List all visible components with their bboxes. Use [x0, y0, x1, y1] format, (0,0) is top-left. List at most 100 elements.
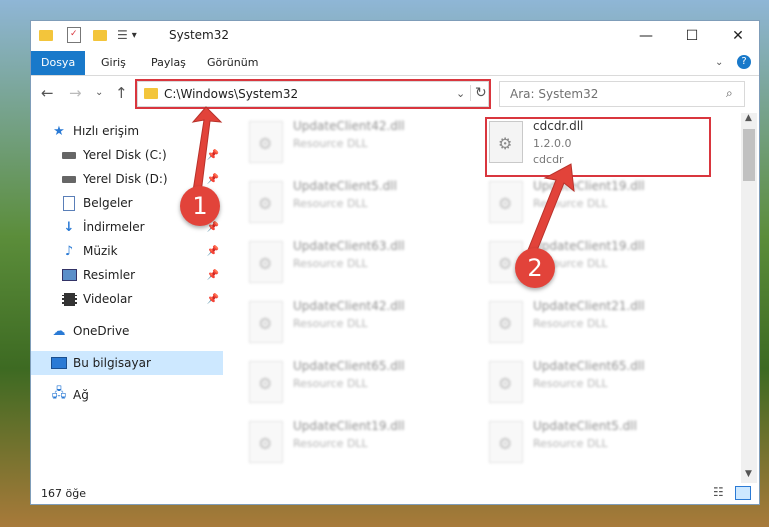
forward-arrow-icon[interactable]: → [69, 84, 82, 102]
file-name: UpdateClient65.dll [293, 359, 405, 373]
dll-file-icon: ⚙ [249, 301, 283, 343]
file-item[interactable]: ⚙ UpdateClient19.dll Resource DLL [489, 177, 699, 227]
new-folder-icon[interactable] [93, 29, 107, 41]
sidebar-item-videos[interactable]: Videolar 📌 [31, 287, 223, 311]
gear-icon: ⚙ [258, 374, 273, 393]
gear-icon: ⚙ [258, 194, 273, 213]
dll-file-icon: ⚙ [249, 121, 283, 163]
properties-icon[interactable]: ✓ [67, 27, 81, 43]
file-type: Resource DLL [533, 317, 608, 330]
sidebar-item-pictures[interactable]: Resimler 📌 [31, 263, 223, 287]
customize-toolbar-dropdown[interactable]: ▾ [132, 30, 137, 41]
drive-icon [61, 171, 77, 187]
tab-view[interactable]: Görünüm [197, 51, 268, 75]
file-item[interactable]: ⚙ UpdateClient19.dll Resource DLL [249, 417, 459, 467]
dll-file-icon: ⚙ [489, 361, 523, 403]
file-type: Resource DLL [293, 377, 368, 390]
scrollbar-thumb[interactable] [743, 129, 755, 181]
view-options-icon[interactable]: ☰ [117, 28, 128, 42]
dll-file-icon: ⚙ [249, 361, 283, 403]
file-name: UpdateClient65.dll [533, 359, 645, 373]
item-count: 167 öğe [41, 487, 86, 500]
sidebar-item-label: Videolar [83, 292, 133, 306]
search-icon: ⌕ [726, 86, 733, 100]
sidebar-item-network[interactable]: 🖧 Ağ [31, 383, 223, 407]
sidebar-item-label: Resimler [83, 268, 136, 282]
network-icon: 🖧 [51, 386, 67, 401]
maximize-button[interactable]: ☐ [669, 21, 715, 51]
annotation-badge-1: 1 [180, 186, 220, 226]
gear-icon: ⚙ [498, 254, 513, 273]
expand-ribbon-icon[interactable]: ⌄ [715, 57, 723, 68]
gear-icon: ⚙ [498, 194, 513, 213]
gear-icon: ⚙ [258, 434, 273, 453]
file-name: UpdateClient21.dll [533, 299, 645, 313]
file-type: Resource DLL [293, 257, 368, 270]
sidebar-item-local-disk-c[interactable]: Yerel Disk (C:) 📌 [31, 143, 223, 167]
navigation-bar: ← → ⌄ ↑ C:\Windows\System32 ⌄ ↻ Ara: Sys… [31, 76, 759, 110]
file-type: Resource DLL [533, 437, 608, 450]
pin-icon[interactable]: 📌 [207, 270, 219, 281]
scroll-down-icon[interactable]: ▼ [745, 469, 752, 479]
help-icon[interactable]: ? [737, 55, 751, 69]
tab-share[interactable]: Paylaş [141, 51, 196, 75]
pin-icon[interactable]: 📌 [207, 246, 219, 257]
file-item[interactable]: ⚙ UpdateClient65.dll Resource DLL [249, 357, 459, 407]
gear-icon: ⚙ [498, 434, 513, 453]
sidebar-item-this-pc[interactable]: Bu bilgisayar [31, 351, 223, 375]
title-bar: ✓ ☰ ▾ System32 — ☐ ✕ [31, 21, 759, 51]
tab-file[interactable]: Dosya [31, 51, 86, 75]
file-item[interactable]: ⚙ UpdateClient65.dll Resource DLL [489, 357, 699, 407]
file-item[interactable]: ⚙ UpdateClient42.dll Resource DLL [249, 297, 459, 347]
explorer-window: ✓ ☰ ▾ System32 — ☐ ✕ Dosya Giriş Paylaş … [30, 20, 760, 505]
address-bar-highlight [135, 79, 491, 109]
sidebar-item-label: Hızlı erişim [73, 124, 140, 138]
close-button[interactable]: ✕ [715, 21, 759, 51]
sidebar-item-label: Ağ [73, 388, 89, 402]
recent-locations-chevron-icon[interactable]: ⌄ [95, 87, 103, 98]
file-type: Resource DLL [533, 197, 608, 210]
file-item[interactable]: ⚙ UpdateClient5.dll Resource DLL [489, 417, 699, 467]
drive-icon [61, 147, 77, 163]
dll-file-icon: ⚙ [489, 421, 523, 463]
file-name: UpdateClient19.dll [293, 419, 405, 433]
details-view-icon[interactable]: ☷ [713, 485, 724, 499]
gear-icon: ⚙ [258, 134, 273, 153]
file-type: Resource DLL [293, 317, 368, 330]
window-title: System32 [169, 28, 230, 42]
sidebar-item-music[interactable]: ♪ Müzik 📌 [31, 239, 223, 263]
tab-home[interactable]: Giriş [91, 51, 136, 75]
tiles-view-icon[interactable] [735, 486, 751, 500]
sidebar-item-label: Bu bilgisayar [73, 356, 151, 370]
sidebar-item-label: Yerel Disk (C:) [83, 148, 167, 162]
file-type: Resource DLL [293, 437, 368, 450]
dll-file-icon: ⚙ [249, 421, 283, 463]
file-item[interactable]: ⚙ UpdateClient63.dll Resource DLL [249, 237, 459, 287]
pin-icon[interactable]: 📌 [207, 150, 219, 161]
pin-icon[interactable]: 📌 [207, 174, 219, 185]
quick-access-toolbar: ✓ ☰ ▾ [39, 27, 137, 43]
file-name: UpdateClient5.dll [293, 179, 397, 193]
file-name: UpdateClient19.dll [533, 239, 645, 253]
file-item[interactable]: ⚙ UpdateClient21.dll Resource DLL [489, 297, 699, 347]
sidebar-item-label: İndirmeler [83, 220, 145, 234]
file-item[interactable]: ⚙ UpdateClient42.dll Resource DLL [249, 117, 459, 167]
up-arrow-icon[interactable]: ↑ [115, 84, 128, 102]
navigation-pane: ★ Hızlı erişim Yerel Disk (C:) 📌 Yerel D… [31, 113, 223, 473]
sidebar-item-label: Müzik [83, 244, 118, 258]
sidebar-item-onedrive[interactable]: ☁ OneDrive [31, 319, 223, 343]
search-box[interactable]: Ara: System32 ⌕ [499, 81, 745, 107]
vertical-scrollbar[interactable]: ▲ ▼ [741, 113, 757, 483]
sidebar-item-quick-access[interactable]: ★ Hızlı erişim [31, 119, 223, 143]
file-item[interactable]: ⚙ UpdateClient5.dll Resource DLL [249, 177, 459, 227]
cloud-icon: ☁ [52, 323, 66, 339]
scroll-up-icon[interactable]: ▲ [745, 113, 752, 123]
file-name: UpdateClient42.dll [293, 119, 405, 133]
film-icon [61, 291, 77, 307]
pin-icon[interactable]: 📌 [207, 294, 219, 305]
file-name: UpdateClient19.dll [533, 179, 645, 193]
back-arrow-icon[interactable]: ← [41, 84, 54, 102]
file-type: Resource DLL [293, 137, 368, 150]
minimize-button[interactable]: — [623, 21, 669, 51]
folder-icon[interactable] [39, 29, 53, 41]
